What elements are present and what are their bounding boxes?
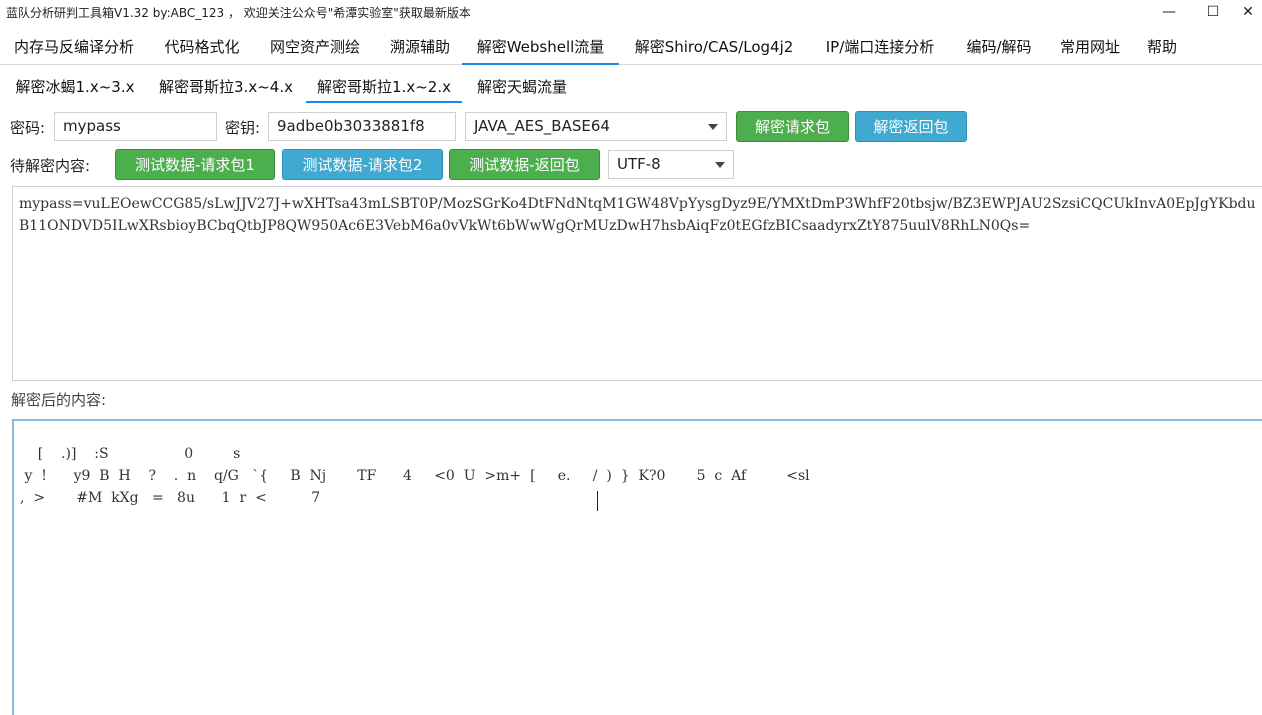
subtab-tianxie[interactable]: 解密天蝎流量 bbox=[466, 73, 578, 103]
pending-content-label: 待解密内容: bbox=[10, 157, 91, 175]
sub-tab-bar: 解密冰蝎1.x~3.x 解密哥斯拉3.x~4.x 解密哥斯拉1.x~2.x 解密… bbox=[0, 69, 1262, 103]
tab-common-urls[interactable]: 常用网址 bbox=[1050, 32, 1130, 65]
decrypted-output-textarea[interactable]: [ .)] :S 0 s y ! y9 B H ? . n q/G `{ B N… bbox=[12, 419, 1262, 715]
decrypt-request-button[interactable]: 解密请求包 bbox=[736, 111, 849, 142]
output-line: [ .)] :S 0 s bbox=[20, 446, 241, 462]
subtab-godzilla-3x-4x[interactable]: 解密哥斯拉3.x~4.x bbox=[150, 73, 302, 103]
window-title: 蓝队分析研判工具箱V1.32 by:ABC_123 ， 欢迎关注公众号"希潭实验… bbox=[6, 6, 471, 20]
close-icon[interactable]: ✕ bbox=[1234, 0, 1262, 24]
main-tab-bar: 内存马反编译分析 代码格式化 网空资产测绘 溯源辅助 解密Webshell流量 … bbox=[0, 32, 1262, 65]
tab-code-format[interactable]: 代码格式化 bbox=[152, 32, 252, 65]
decrypted-output-label: 解密后的内容: bbox=[11, 391, 107, 409]
tab-ip-port-analysis[interactable]: IP/端口连接分析 bbox=[812, 32, 948, 65]
mode-select-value: JAVA_AES_BASE64 bbox=[474, 117, 610, 135]
title-bar: 蓝队分析研判工具箱V1.32 by:ABC_123 ， 欢迎关注公众号"希潭实验… bbox=[0, 0, 1262, 24]
output-line: , > #M kXg = 8u 1 r < 7 bbox=[20, 490, 321, 506]
key-label: 密钥: bbox=[225, 119, 261, 137]
charset-select-value: UTF-8 bbox=[617, 155, 661, 173]
test-request1-button[interactable]: 测试数据-请求包1 bbox=[115, 149, 275, 180]
tab-help[interactable]: 帮助 bbox=[1138, 32, 1186, 65]
test-response-button[interactable]: 测试数据-返回包 bbox=[449, 149, 600, 180]
password-input[interactable]: mypass bbox=[54, 112, 217, 141]
maximize-icon[interactable]: ☐ bbox=[1190, 0, 1236, 24]
encrypted-input-textarea[interactable]: mypass=vuLEOewCCG85/sLwJJV27J+wXHTsa43mL… bbox=[12, 186, 1262, 381]
subtab-godzilla-1x-2x[interactable]: 解密哥斯拉1.x~2.x bbox=[306, 73, 462, 103]
tab-shiro-decrypt[interactable]: 解密Shiro/CAS/Log4j2 bbox=[624, 32, 804, 65]
tab-asset-mapping[interactable]: 网空资产测绘 bbox=[258, 32, 372, 65]
test-request2-button[interactable]: 测试数据-请求包2 bbox=[282, 149, 443, 180]
key-input[interactable]: 9adbe0b3033881f8 bbox=[268, 112, 456, 141]
tab-webshell-decrypt[interactable]: 解密Webshell流量 bbox=[462, 32, 619, 65]
decrypt-response-button[interactable]: 解密返回包 bbox=[855, 111, 967, 142]
chevron-down-icon bbox=[715, 162, 725, 168]
tab-memshell-decompile[interactable]: 内存马反编译分析 bbox=[4, 32, 144, 65]
minimize-icon[interactable]: — bbox=[1146, 0, 1192, 24]
charset-select[interactable]: UTF-8 bbox=[608, 150, 734, 179]
subtab-behinder[interactable]: 解密冰蝎1.x~3.x bbox=[6, 73, 144, 103]
password-label: 密码: bbox=[10, 119, 46, 137]
tab-trace-assist[interactable]: 溯源辅助 bbox=[378, 32, 462, 65]
mode-select[interactable]: JAVA_AES_BASE64 bbox=[465, 112, 727, 141]
text-cursor bbox=[597, 491, 598, 511]
chevron-down-icon bbox=[708, 124, 718, 130]
tab-encode-decode[interactable]: 编码/解码 bbox=[955, 32, 1043, 65]
output-line: y ! y9 B H ? . n q/G `{ B Nj TF 4 <0 U >… bbox=[20, 468, 810, 484]
